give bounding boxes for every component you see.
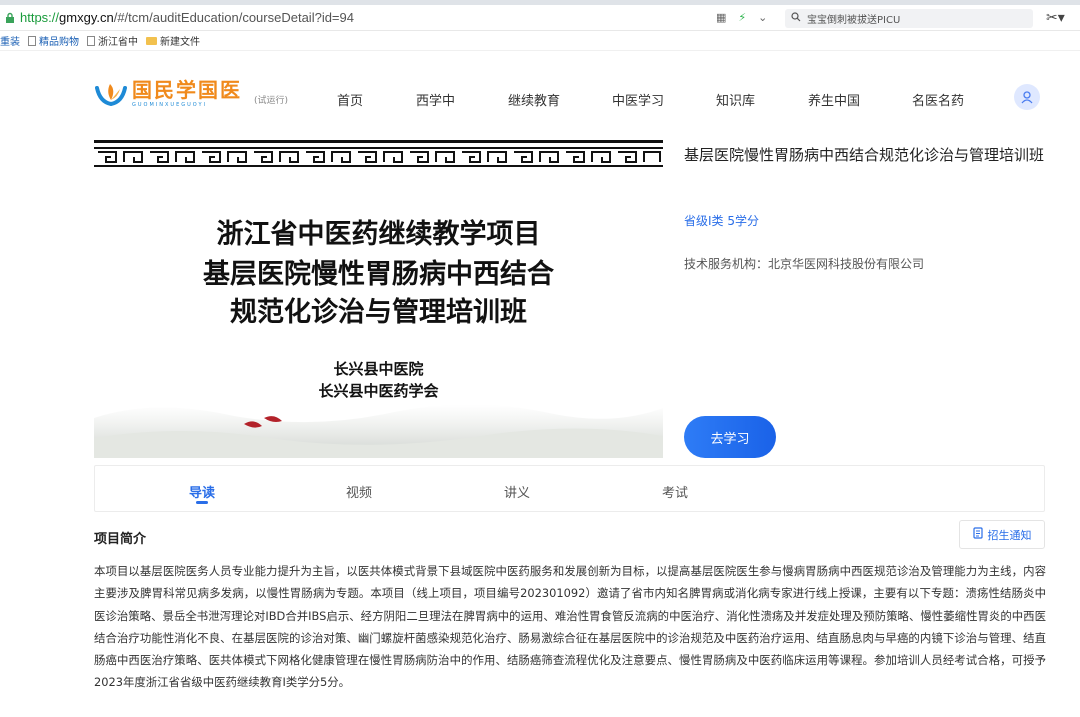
search-icon: [791, 12, 801, 25]
user-avatar-icon[interactable]: [1014, 84, 1040, 110]
site-logo[interactable]: 国民学国医 GUOMINXUEGUOYI (试运行): [94, 80, 288, 108]
nav-item-western-learn-tcm[interactable]: 西学中: [416, 90, 455, 109]
bookmarks-bar: 重装 精品购物 浙江省中 新建文件: [0, 31, 1080, 51]
browser-search-box[interactable]: 宝宝倒刺被拔送PICU: [785, 9, 1033, 28]
bookmark-item[interactable]: 浙江省中: [87, 33, 138, 48]
nav-item-knowledge-base[interactable]: 知识库: [716, 90, 755, 109]
tab-video[interactable]: 视频: [346, 482, 372, 501]
active-tab-indicator: [196, 501, 208, 504]
folder-icon: [146, 36, 157, 45]
start-study-button[interactable]: 去学习: [684, 416, 776, 458]
course-tabs: 导读 视频 讲义 考试: [94, 465, 1045, 512]
lock-icon: [2, 10, 18, 26]
url-text[interactable]: https://gmxgy.cn/#/tcm/auditEducation/co…: [20, 10, 354, 25]
banner-title-line3: 规范化诊治与管理培训班: [230, 297, 527, 327]
enrollment-notice-button[interactable]: 招生通知: [959, 520, 1045, 549]
chevron-down-icon[interactable]: ⌄: [758, 11, 767, 24]
nav-item-tcm-study[interactable]: 中医学习: [612, 90, 664, 109]
project-intro-text: 本项目以基层医院医务人员专业能力提升为主旨，以医共体模式背景下县域医院中医药服务…: [94, 564, 1046, 690]
tab-exam[interactable]: 考试: [662, 482, 688, 501]
nav-item-continuing-education[interactable]: 继续教育: [508, 90, 560, 109]
document-icon: [972, 527, 983, 542]
banner-title-line1: 浙江省中医药继续教学项目: [216, 219, 541, 249]
logo-text: 国民学国医: [132, 80, 242, 102]
ink-landscape-image: [94, 404, 663, 458]
nav-item-health-china[interactable]: 养生中国: [808, 90, 860, 109]
address-tools: ▦ ⚡ ⌄: [716, 11, 767, 24]
course-credit: 省级I类 5学分: [684, 214, 759, 228]
course-title: 基层医院慢性胃肠病中西结合规范化诊治与管理培训班: [684, 146, 1045, 164]
nav-item-famous-doctors[interactable]: 名医名药: [912, 90, 964, 109]
logo-mark-icon: [94, 80, 128, 108]
enrollment-notice-label: 招生通知: [987, 529, 1032, 542]
logo-pinyin: GUOMINXUEGUOYI: [132, 102, 207, 108]
search-text: 宝宝倒刺被拔送PICU: [807, 15, 901, 26]
bookmark-item[interactable]: 新建文件: [146, 33, 200, 48]
course-banner: 浙江省中医药继续教学项目 基层医院慢性胃肠病中西结合 规范化诊治与管理培训班 长…: [94, 140, 663, 458]
scissors-icon[interactable]: ✂▾: [1046, 10, 1065, 26]
bolt-icon[interactable]: ⚡: [738, 11, 746, 24]
site-header: 国民学国医 GUOMINXUEGUOYI (试运行) 首页 西学中 继续教育 中…: [0, 72, 1080, 126]
section-title: 项目简介: [94, 532, 147, 547]
bookmark-item[interactable]: 重装: [0, 33, 20, 48]
trial-label: (试运行): [254, 96, 289, 106]
banner-pattern: [94, 140, 663, 167]
tab-handout[interactable]: 讲义: [504, 482, 530, 501]
banner-org-line1: 长兴县中医院: [333, 361, 424, 378]
tab-guide[interactable]: 导读: [189, 482, 215, 501]
bookmark-item[interactable]: 精品购物: [28, 33, 79, 48]
nav-item-home[interactable]: 首页: [337, 90, 363, 109]
page-icon: [28, 35, 36, 46]
grid-icon[interactable]: ▦: [716, 11, 726, 24]
banner-title-line2: 基层医院慢性胃肠病中西结合: [203, 259, 554, 289]
address-bar[interactable]: https://gmxgy.cn/#/tcm/auditEducation/co…: [0, 5, 1080, 31]
page-icon: [87, 35, 95, 46]
course-service-org: 技术服务机构：北京华医网科技股份有限公司: [684, 257, 925, 271]
